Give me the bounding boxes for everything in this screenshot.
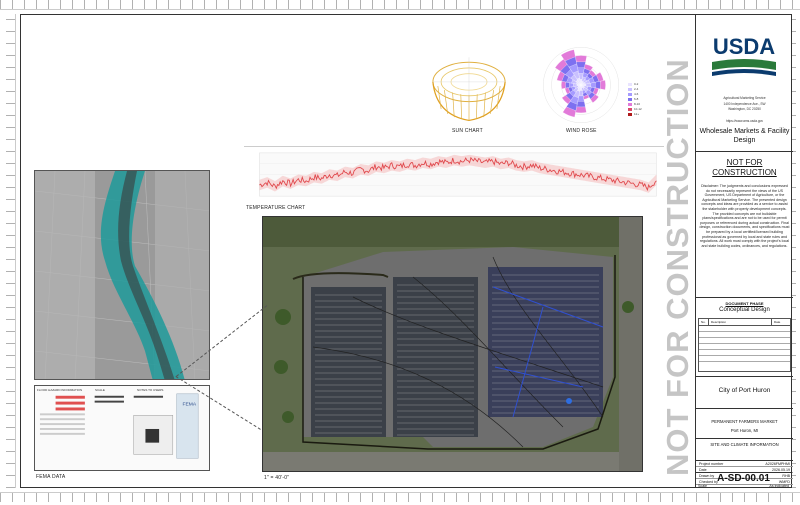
agency-name: Agricultural Marketing Service [723,96,766,100]
bottom-ruler [0,492,800,502]
disclaimer-text: Disclaimer: The judgments and conclusion… [699,184,790,248]
wind-rose [543,47,619,123]
fema-data-label: FEMA DATA [36,474,66,480]
usda-logo: USDA [712,34,776,76]
not-for-construction-watermark: NOT FOR CONSTRUCTION [660,58,695,476]
scale-label: Scale [698,484,707,488]
client-name: City of Port Huron [718,387,771,394]
svg-text:USDA: USDA [713,34,775,59]
document-phase-section: DOCUMENT PHASE Conceptual Design [696,297,793,317]
project-location: Port Huron, MI [730,428,759,433]
wind-legend-swatch [628,112,632,116]
rev-header-no: No. [699,319,709,325]
fema-legend-panel: FLOOD HAZARD INFORMATION SCALE NOTES TO … [34,385,210,471]
wind-legend-label: 8-10 [634,102,641,106]
rev-row [699,356,790,362]
rev-header-date: Date [774,320,781,324]
wind-rose-petal [576,61,586,68]
wind-rose-petal [576,101,586,108]
wind-legend-label: 0-2 [634,82,639,86]
department-name: Wholesale Markets & Facility Design [699,128,790,144]
sheet-number: A-SD-00.01 [695,472,792,484]
wind-legend-label: 2-4 [634,87,639,91]
temperature-chart [244,146,664,197]
left-ruler [6,14,16,488]
wind-rose-petal [600,80,606,90]
wind-rose-petal [561,81,566,89]
wind-legend-swatch [628,92,632,96]
wind-legend-swatch [628,102,632,106]
document-phase-value: Conceptual Design [719,307,770,313]
project-name: PERMANENT FARMERS MARKET [711,419,778,424]
title-block: USDA Agricultural Marketing Service 1400… [695,14,793,488]
revision-table: No. Description Date [698,318,791,372]
wind-legend-swatch [628,87,632,91]
scale-note: 1" = 40'-0" [264,475,290,481]
scale-value: As indicated [769,484,789,488]
sun-chart-label: SUN CHART [452,128,483,134]
disclaimer-section: NOT FOR CONSTRUCTION Disclaimer: The jud… [696,151,793,297]
wind-rose-label: WIND ROSE [566,128,597,134]
sheet-title: SITE AND CLIMATE INFORMATION [710,442,779,447]
rev-header-description: Description [709,319,772,325]
fema-flood-map [34,170,210,380]
scale-row: Scale As indicated [698,484,789,488]
client-section: City of Port Huron [696,376,793,408]
agency-address-2: Washington, DC 20250 [728,107,761,111]
site-aerial-plan [262,216,643,472]
temperature-chart-label: TEMPERATURE CHART [246,205,306,211]
wind-legend-label: 4-6 [634,92,639,96]
sun-chart [432,57,506,122]
wind-rose-petal [565,81,570,89]
top-ruler [0,0,800,10]
project-section: PERMANENT FARMERS MARKET Port Huron, MI [696,408,793,438]
sheet-title-section: SITE AND CLIMATE INFORMATION [696,438,793,460]
wind-legend-label: 10-12 [634,107,642,111]
wind-rose-petal [575,55,587,62]
agency-address-1: 1400 Independence Ave., SW [723,102,766,106]
wind-rose-petal [575,106,587,114]
svg-text:FEMA: FEMA [183,402,197,408]
agency-url: https://www.ams.usda.gov [725,119,764,123]
document-phase-label: DOCUMENT PHASE [725,301,764,306]
not-for-construction-heading: NOT FOR CONSTRUCTION [712,158,777,177]
wind-legend-label: 12+ [634,112,640,116]
wind-rose-petal [595,81,601,89]
wind-legend-swatch [628,82,632,86]
wind-legend-label: 6-8 [634,97,639,101]
wind-legend-swatch [628,97,632,101]
wind-legend-swatch [628,107,632,111]
